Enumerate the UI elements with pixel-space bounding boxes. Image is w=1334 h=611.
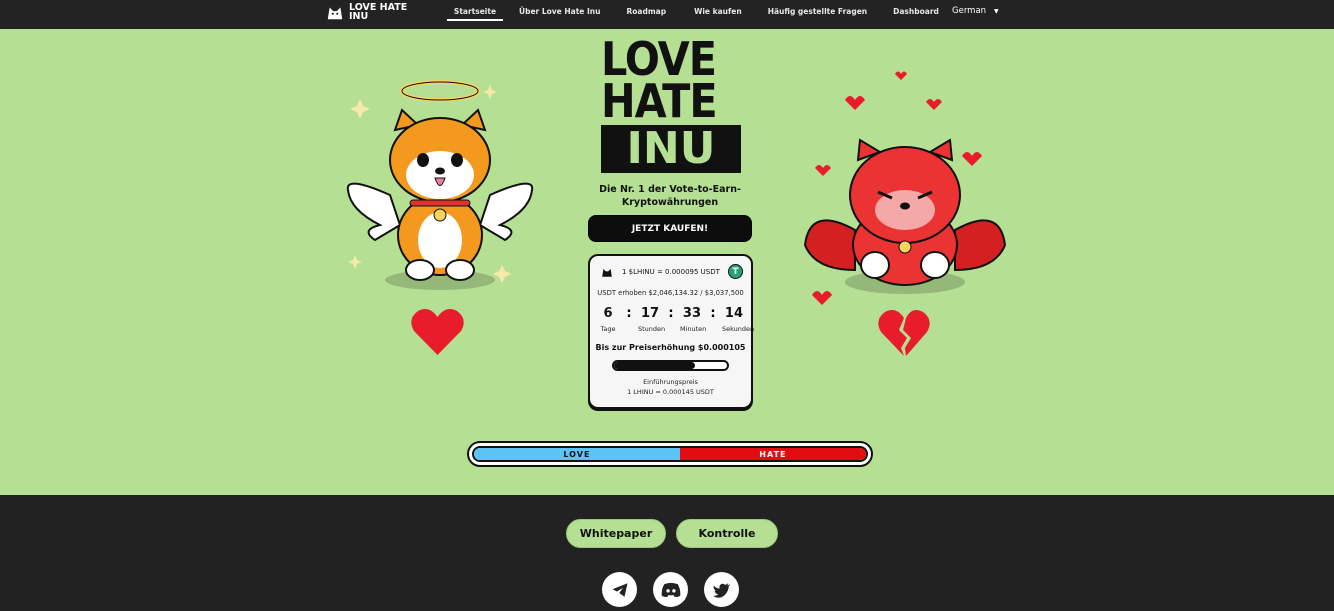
countdown-minutes-value: 33 <box>682 306 702 321</box>
nav-dashboard[interactable]: Dashboard <box>893 0 939 21</box>
vote-hate-segment[interactable]: HATE <box>679 448 866 460</box>
love-hate-inu-logo: LOVE HATE INU <box>601 36 741 173</box>
countdown-hours-label: Stunden <box>637 325 666 333</box>
usdt-icon: T <box>728 264 743 279</box>
countdown-hours: 17 Stunden <box>637 306 666 333</box>
countdown-timer: 6 Tage : 17 Stunden : 33 Minuten : 14 Se… <box>596 306 755 333</box>
presale-progress-bar <box>612 360 729 371</box>
token-rate: 1 $LHINU = 0.000095 USDT <box>622 268 720 276</box>
discord-icon[interactable] <box>653 572 688 607</box>
logo-word-hate: HATE <box>601 74 718 128</box>
vote-bar-track: LOVE HATE <box>472 446 868 462</box>
countdown-days-value: 6 <box>603 306 613 321</box>
angel-dog-illustration <box>346 80 534 290</box>
logo-word-inu: INU <box>601 125 741 173</box>
footer-buttons: Whitepaper Kontrolle <box>566 519 778 548</box>
language-select[interactable]: German ▼ <box>952 6 999 16</box>
love-hate-vote-bar: LOVE HATE <box>467 441 873 467</box>
main-nav: Startseite Über Love Hate Inu Roadmap Wi… <box>447 0 939 29</box>
next-price-label: Bis zur Preiserhöhung $0.000105 <box>595 343 746 352</box>
countdown-minutes: 33 Minuten <box>679 306 707 333</box>
countdown-days: 6 Tage <box>596 306 620 333</box>
top-navbar: LOVE HATE INU Startseite Über Love Hate … <box>0 0 1334 29</box>
social-links <box>602 572 739 607</box>
presale-widget: 1 $LHINU = 0.000095 USDT T USDT erhoben … <box>588 254 755 409</box>
countdown-days-label: Tage <box>600 325 616 333</box>
broken-heart-icon <box>878 310 930 356</box>
nav-wie-kaufen[interactable]: Wie kaufen <box>694 0 742 21</box>
presale-progress-fill <box>614 362 696 369</box>
vote-love-segment[interactable]: LOVE <box>474 448 680 460</box>
caret-down-icon: ▼ <box>994 8 999 15</box>
nav-ueber[interactable]: Über Love Hate Inu <box>519 0 600 21</box>
brand-logo-link[interactable]: LOVE HATE INU <box>326 3 409 21</box>
countdown-minutes-label: Minuten <box>679 325 707 333</box>
rate-row: 1 $LHINU = 0.000095 USDT <box>600 266 744 278</box>
nav-roadmap[interactable]: Roadmap <box>626 0 666 21</box>
dog-logo-icon <box>602 269 612 277</box>
twitter-icon[interactable] <box>704 572 739 607</box>
countdown-seconds: 14 Sekunden <box>721 306 755 333</box>
brand-name: LOVE HATE INU <box>349 2 408 22</box>
raised-amount: USDT erhoben $2,046,134.32 / $3,037,500 <box>597 289 744 297</box>
whitepaper-button[interactable]: Whitepaper <box>566 519 666 548</box>
language-label: German <box>952 6 987 16</box>
audit-button[interactable]: Kontrolle <box>676 519 778 548</box>
intro-price-label: Einführungspreis <box>643 378 698 386</box>
countdown-seconds-label: Sekunden <box>721 325 755 333</box>
telegram-icon[interactable] <box>602 572 637 607</box>
countdown-seconds-value: 14 <box>724 306 743 321</box>
hero-tagline: Die Nr. 1 der Vote-to-Earn-Kryptowährung… <box>599 184 741 208</box>
countdown-hours-value: 17 <box>640 306 660 321</box>
nav-faq[interactable]: Häufig gestellte Fragen <box>768 0 867 21</box>
countdown-separator: : <box>626 306 632 321</box>
nav-startseite[interactable]: Startseite <box>447 0 503 21</box>
intro-price-value: 1 LHINU = 0,000145 USDT <box>627 388 714 396</box>
dog-logo-icon <box>327 7 343 20</box>
love-heart-icon <box>411 309 464 355</box>
buy-now-button[interactable]: JETZT KAUFEN! <box>588 215 752 242</box>
countdown-separator: : <box>710 306 716 321</box>
countdown-separator: : <box>668 306 674 321</box>
